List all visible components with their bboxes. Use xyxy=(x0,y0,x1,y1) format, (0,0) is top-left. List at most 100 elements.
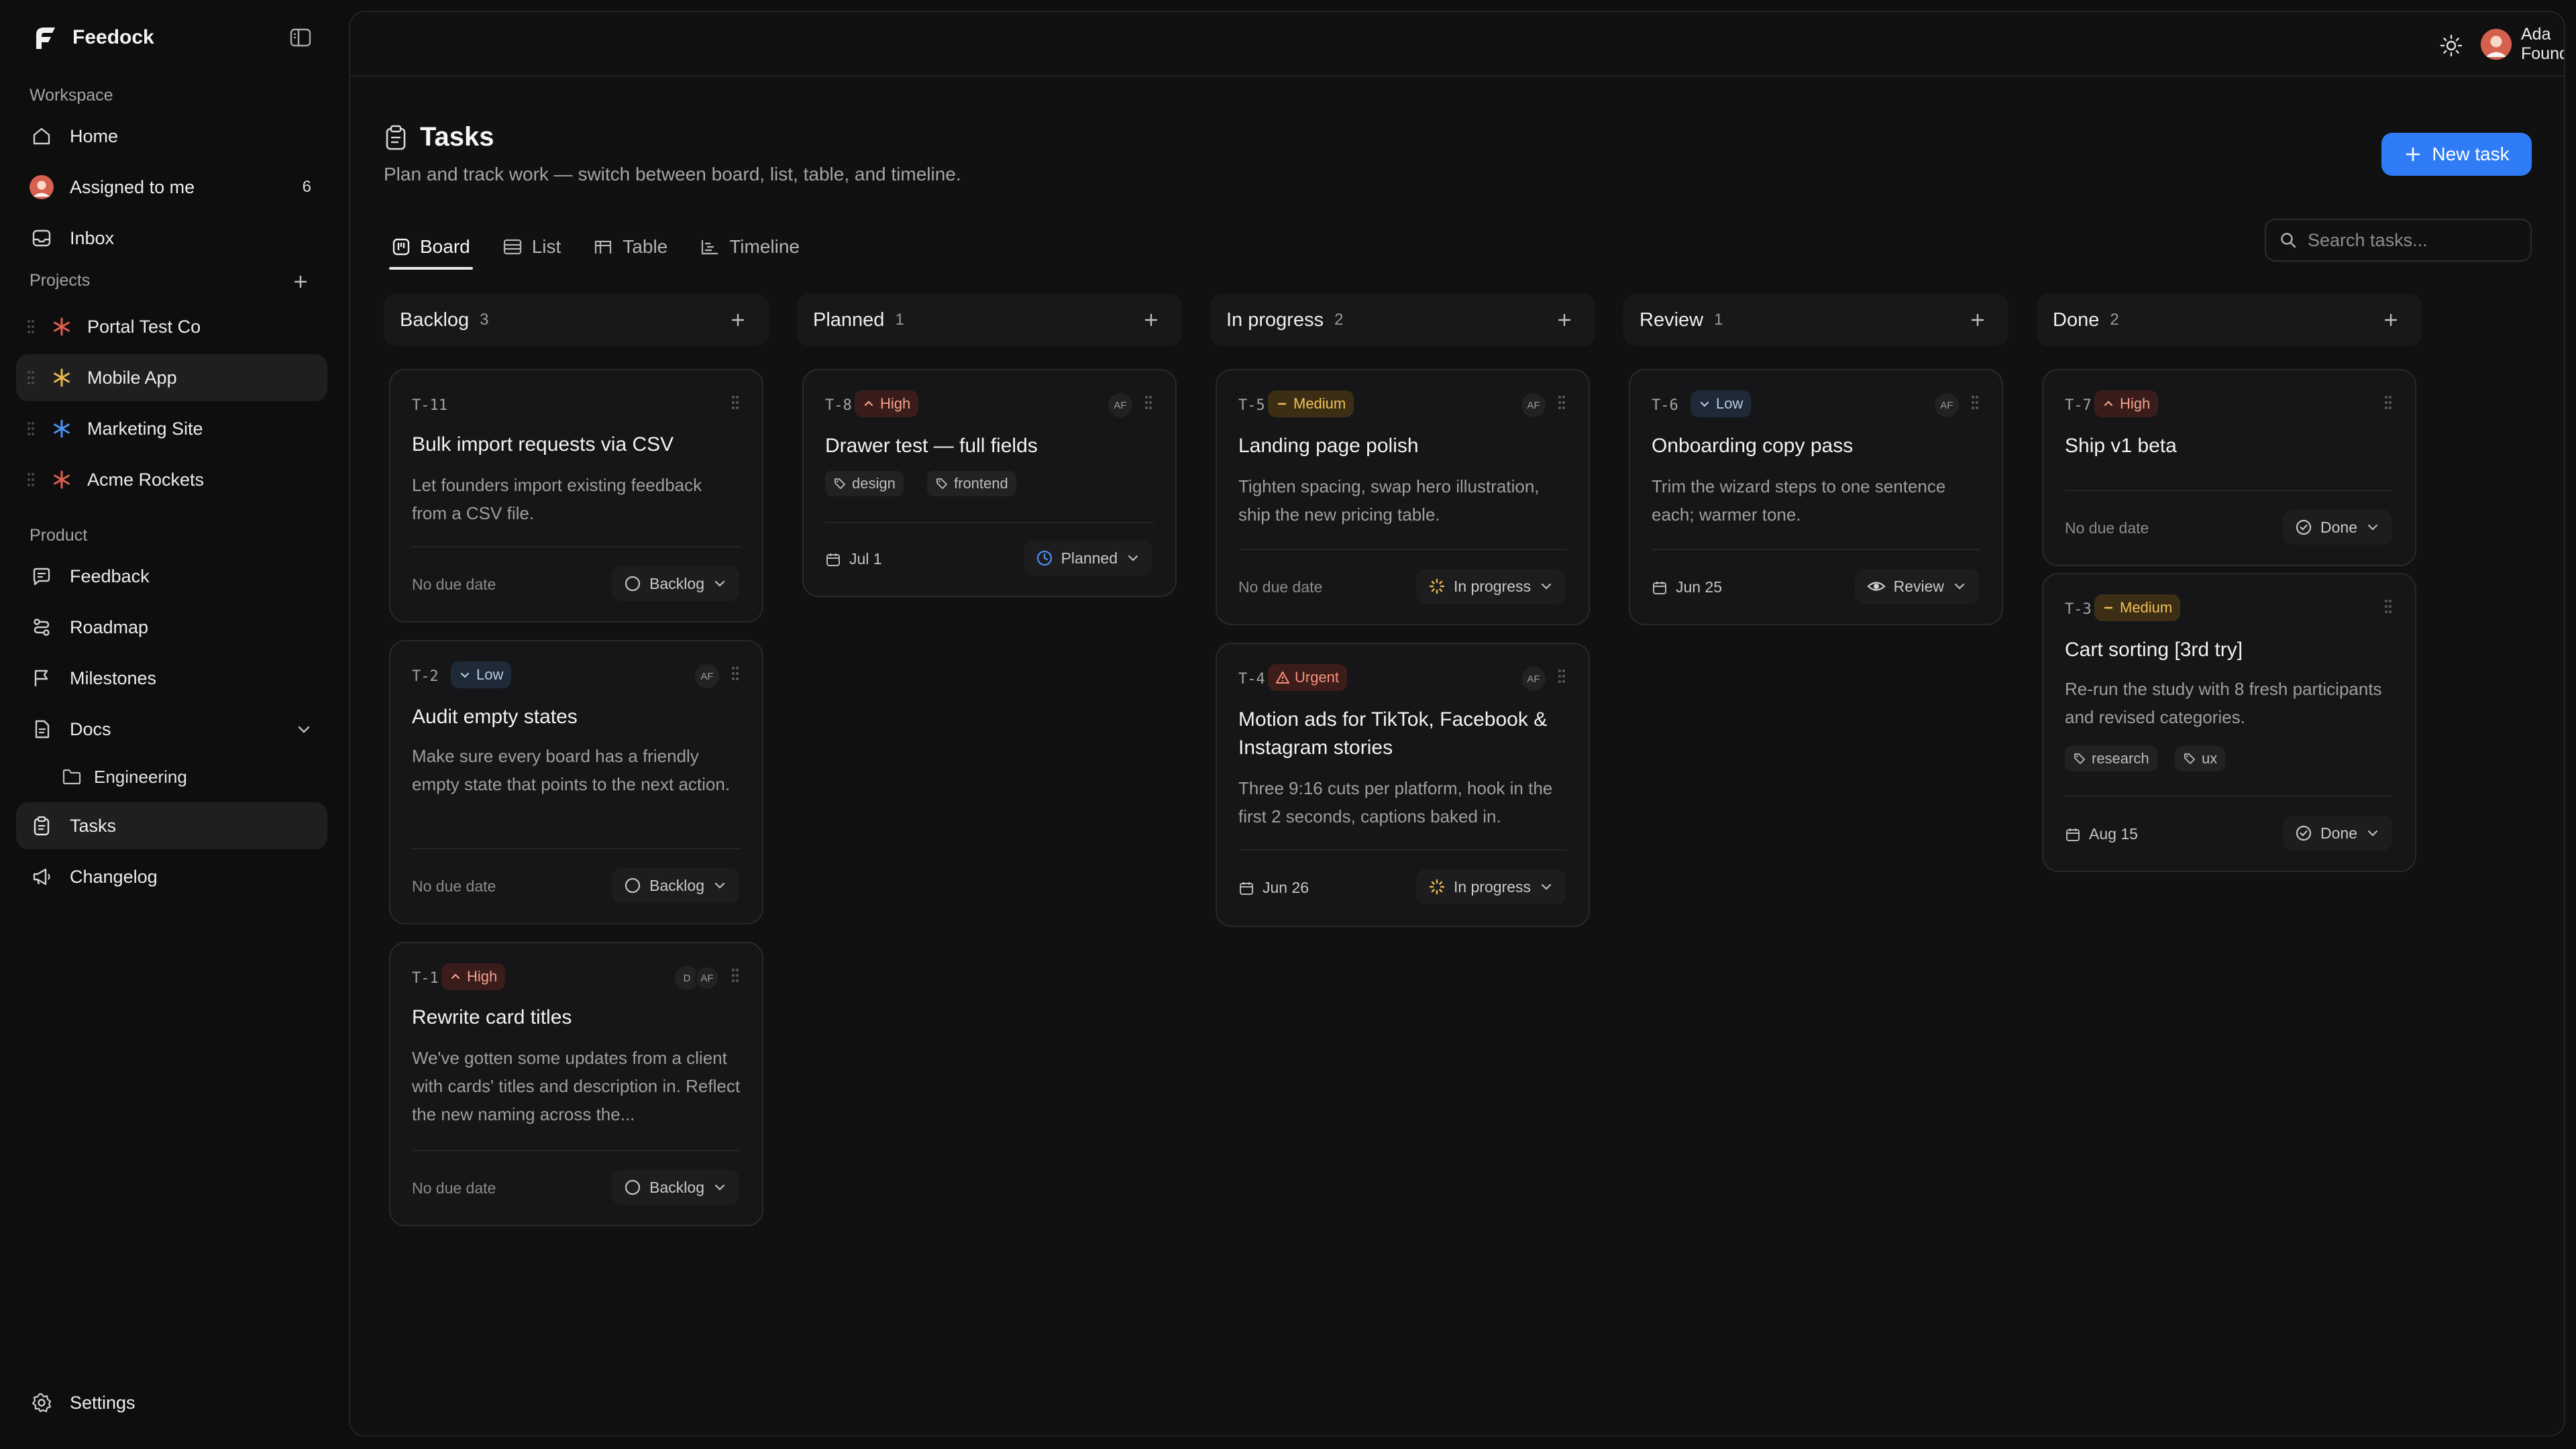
sidebar-item-label: Assigned to me xyxy=(70,176,195,197)
drag-handle-icon[interactable] xyxy=(25,368,36,388)
chevron-down-icon[interactable] xyxy=(295,720,313,738)
column-title: Done xyxy=(2053,309,2100,331)
sidebar-item-milestones[interactable]: Milestones xyxy=(16,655,327,702)
assignee-avatar[interactable]: AF xyxy=(695,664,719,688)
assignee-avatar[interactable]: AF xyxy=(1521,393,1546,417)
sidebar-toggle-icon[interactable] xyxy=(287,25,314,50)
assignee-avatar[interactable]: AF xyxy=(1108,393,1132,417)
priority-badge: Medium xyxy=(2094,594,2181,621)
tab-table[interactable]: Table xyxy=(585,224,676,270)
drag-handle-icon[interactable] xyxy=(1144,394,1158,413)
status-select[interactable]: Backlog xyxy=(612,868,739,903)
tag-chip[interactable]: design xyxy=(825,471,904,496)
sidebar-doc-engineering[interactable]: Engineering xyxy=(62,758,187,796)
brand[interactable]: Feedock xyxy=(30,20,154,55)
status-select[interactable]: Review xyxy=(1854,569,1979,604)
clock-icon xyxy=(1036,549,1053,567)
task-card-t1[interactable]: T-1 High D AF Rewrite card titles We've … xyxy=(389,942,763,1226)
priority-label: Medium xyxy=(1293,395,1346,412)
search-placeholder: Search tasks... xyxy=(2308,229,2428,250)
add-card-icon[interactable] xyxy=(724,307,751,333)
sidebar-item-tasks[interactable]: Tasks xyxy=(16,802,327,849)
drag-handle-icon[interactable] xyxy=(731,967,745,986)
task-description: Trim the wizard steps to one sentence ea… xyxy=(1652,476,1946,525)
chevron-down-icon xyxy=(712,878,727,893)
priority-label: High xyxy=(467,968,498,985)
add-card-icon[interactable] xyxy=(2377,307,2404,333)
sidebar-item-home[interactable]: Home xyxy=(16,113,327,160)
tag-chip[interactable]: research xyxy=(2065,746,2157,771)
status-select[interactable]: Planned xyxy=(1023,541,1152,576)
drag-handle-icon[interactable] xyxy=(1971,394,1984,413)
search-input[interactable]: Search tasks... xyxy=(2265,219,2532,262)
due-date: No due date xyxy=(412,877,496,896)
sidebar-project-portal-test-co[interactable]: Portal Test Co xyxy=(16,303,327,350)
user-menu[interactable]: Ada Founder xyxy=(2481,25,2564,63)
drag-handle-icon[interactable] xyxy=(25,419,36,439)
add-project-icon[interactable] xyxy=(290,271,311,292)
drag-handle-icon[interactable] xyxy=(731,665,745,684)
sidebar-item-changelog[interactable]: Changelog xyxy=(16,853,327,900)
asterisk-icon xyxy=(50,315,74,339)
status-select[interactable]: In progress xyxy=(1415,869,1566,904)
drag-handle-icon[interactable] xyxy=(1558,668,1571,687)
add-card-icon[interactable] xyxy=(1551,307,1578,333)
chevron-down-icon xyxy=(459,669,471,681)
due-date-label: No due date xyxy=(1238,578,1323,596)
card-divider xyxy=(1652,549,1980,550)
status-select[interactable]: In progress xyxy=(1415,569,1566,604)
tab-list[interactable]: List xyxy=(494,224,570,270)
task-card-t4[interactable]: T-4 Urgent AF Motion ads for TikTok, Fac… xyxy=(1216,643,1590,927)
drag-handle-icon[interactable] xyxy=(731,394,745,413)
tab-timeline[interactable]: Timeline xyxy=(692,224,808,270)
tab-board[interactable]: Board xyxy=(384,224,478,270)
task-card-t5[interactable]: T-5 Medium AF Landing page polish Tighte… xyxy=(1216,369,1590,625)
task-card-t8[interactable]: T-8 High AF Drawer test — full fields de… xyxy=(802,369,1177,597)
task-description: Make sure every board has a friendly emp… xyxy=(412,746,731,794)
user-name: Ada Founder xyxy=(2521,25,2564,63)
sidebar-item-settings[interactable]: Settings xyxy=(16,1379,327,1426)
sidebar-project-acme-rockets[interactable]: Acme Rockets xyxy=(16,456,327,503)
task-key: T-7 xyxy=(2065,397,2092,414)
board-icon xyxy=(392,237,411,256)
status-select[interactable]: Done xyxy=(2283,816,2392,851)
new-task-button[interactable]: New task xyxy=(2381,133,2532,176)
sidebar-item-inbox[interactable]: Inbox xyxy=(16,215,327,262)
due-date: No due date xyxy=(412,576,496,594)
task-card-t6[interactable]: T-6 Low AF Onboarding copy pass Trim the… xyxy=(1629,369,2003,625)
tag-chip[interactable]: frontend xyxy=(927,471,1016,496)
sidebar-item-label: Roadmap xyxy=(70,616,149,637)
tag-chip[interactable]: ux xyxy=(2175,746,2226,771)
assignee-avatar[interactable]: AF xyxy=(1935,393,1959,417)
status-select[interactable]: Backlog xyxy=(612,566,739,601)
drag-handle-icon[interactable] xyxy=(2384,598,2398,617)
assignee-avatar[interactable]: AF xyxy=(695,966,719,990)
card-divider xyxy=(1238,849,1567,851)
sidebar-item-assigned[interactable]: Assigned to me 6 xyxy=(16,164,327,211)
drag-handle-icon[interactable] xyxy=(1558,394,1571,413)
task-card-t7[interactable]: T-7 High Ship v1 beta No due date Done xyxy=(2042,369,2416,566)
due-date-label: Aug 15 xyxy=(2089,825,2138,843)
task-card-t2[interactable]: T-2 Low AF Audit empty states Make sure … xyxy=(389,640,763,924)
task-card-t3[interactable]: T-3 Medium Cart sorting [3rd try] Re-run… xyxy=(2042,573,2416,872)
task-title: Drawer test — full fields xyxy=(825,435,1038,457)
status-select[interactable]: Backlog xyxy=(612,1170,739,1205)
drag-handle-icon[interactable] xyxy=(25,317,36,337)
add-card-icon[interactable] xyxy=(1138,307,1165,333)
task-description: Three 9:16 cuts per platform, hook in th… xyxy=(1238,778,1553,826)
sun-icon[interactable] xyxy=(2438,32,2465,59)
task-card-t11[interactable]: T-11 Bulk import requests via CSV Let fo… xyxy=(389,369,763,623)
drag-handle-icon[interactable] xyxy=(25,470,36,490)
sidebar-item-roadmap[interactable]: Roadmap xyxy=(16,604,327,651)
add-card-icon[interactable] xyxy=(1964,307,1991,333)
assignee-avatar[interactable]: AF xyxy=(1521,667,1546,691)
sidebar-project-marketing-site[interactable]: Marketing Site xyxy=(16,405,327,452)
sidebar-item-feedback[interactable]: Feedback xyxy=(16,553,327,600)
status-select[interactable]: Done xyxy=(2283,510,2392,545)
due-date-label: No due date xyxy=(2065,519,2149,537)
column-count: 2 xyxy=(2110,311,2119,329)
drag-handle-icon[interactable] xyxy=(2384,394,2398,413)
sidebar-item-docs[interactable]: Docs xyxy=(16,706,327,753)
sidebar-project-mobile-app[interactable]: Mobile App xyxy=(16,354,327,401)
priority-label: High xyxy=(880,395,911,412)
